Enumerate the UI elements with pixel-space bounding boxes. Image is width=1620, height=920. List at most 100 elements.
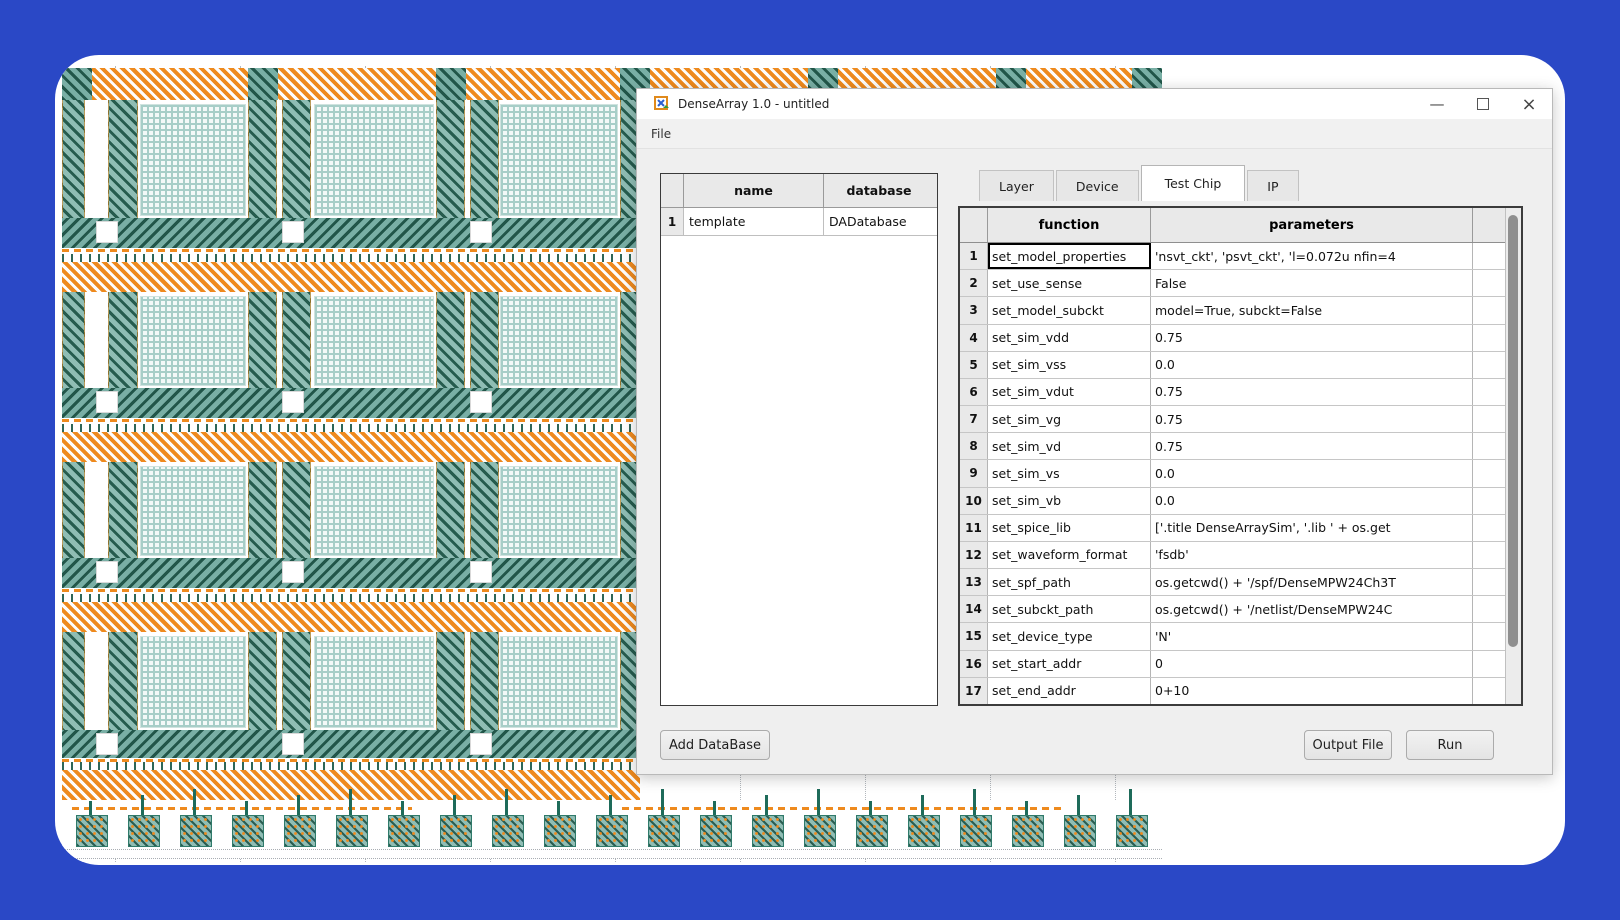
window-controls: — × bbox=[1414, 89, 1552, 119]
parameters-cell[interactable]: 'nsvt_ckt', 'psvt_ckt', 'l=0.072u nfin=4 bbox=[1151, 243, 1473, 269]
parameters-cell[interactable]: 0.75 bbox=[1151, 379, 1473, 405]
row-number-cell: 15 bbox=[960, 623, 988, 649]
filler-cell bbox=[1473, 270, 1505, 296]
header-corner-cell bbox=[960, 208, 988, 242]
filler-cell bbox=[1473, 651, 1505, 677]
menu-file[interactable]: File bbox=[637, 119, 685, 148]
filler-cell bbox=[1473, 297, 1505, 323]
screenshot-card: DenseArray 1.0 - untitled — × File name … bbox=[55, 55, 1565, 865]
close-icon[interactable]: × bbox=[1506, 89, 1552, 119]
column-header-function: function bbox=[988, 208, 1151, 242]
function-table-row: 8 set_sim_vd 0.75 bbox=[960, 433, 1505, 460]
parameters-cell[interactable]: 0.75 bbox=[1151, 433, 1473, 459]
function-table: function parameters 1 set_model_properti… bbox=[958, 206, 1523, 706]
function-cell[interactable]: set_waveform_format bbox=[988, 542, 1151, 568]
filler-cell bbox=[1473, 406, 1505, 432]
row-number-cell: 16 bbox=[960, 651, 988, 677]
row-number-cell: 11 bbox=[960, 515, 988, 541]
parameters-cell[interactable]: 0+10 bbox=[1151, 678, 1473, 704]
function-cell[interactable]: set_spice_lib bbox=[988, 515, 1151, 541]
function-cell[interactable]: set_spf_path bbox=[988, 569, 1151, 595]
tab[interactable]: Test Chip bbox=[1141, 165, 1246, 201]
row-number-cell: 8 bbox=[960, 433, 988, 459]
tab[interactable]: Device bbox=[1056, 170, 1139, 201]
database-cell[interactable]: DADatabase bbox=[824, 208, 934, 235]
output-file-button[interactable]: Output File bbox=[1304, 730, 1392, 760]
row-number-cell: 6 bbox=[960, 379, 988, 405]
row-number-cell: 9 bbox=[960, 460, 988, 486]
row-number-cell: 10 bbox=[960, 488, 988, 514]
filler-cell bbox=[1473, 352, 1505, 378]
filler-cell bbox=[1473, 542, 1505, 568]
parameters-cell[interactable]: 0.0 bbox=[1151, 460, 1473, 486]
row-number-cell: 5 bbox=[960, 352, 988, 378]
function-table-row: 16 set_start_addr 0 bbox=[960, 651, 1505, 678]
parameters-cell[interactable]: os.getcwd() + '/netlist/DenseMPW24C bbox=[1151, 596, 1473, 622]
row-number-cell: 1 bbox=[960, 243, 988, 269]
filler-cell bbox=[1473, 325, 1505, 351]
parameters-cell[interactable]: 0.0 bbox=[1151, 488, 1473, 514]
function-table-row: 9 set_sim_vs 0.0 bbox=[960, 460, 1505, 487]
filler-cell bbox=[1473, 460, 1505, 486]
filler-cell bbox=[1473, 515, 1505, 541]
function-cell[interactable]: set_use_sense bbox=[988, 270, 1151, 296]
parameters-cell[interactable]: ['.title DenseArraySim', '.lib ' + os.ge… bbox=[1151, 515, 1473, 541]
tab[interactable]: IP bbox=[1247, 170, 1298, 201]
row-number-cell: 14 bbox=[960, 596, 988, 622]
vertical-scrollbar[interactable] bbox=[1505, 208, 1521, 704]
function-cell[interactable]: set_sim_vs bbox=[988, 460, 1151, 486]
parameters-cell[interactable]: 0.0 bbox=[1151, 352, 1473, 378]
function-cell[interactable]: set_subckt_path bbox=[988, 596, 1151, 622]
row-number-cell: 1 bbox=[661, 208, 684, 235]
row-number-cell: 13 bbox=[960, 569, 988, 595]
function-cell[interactable]: set_sim_vb bbox=[988, 488, 1151, 514]
function-cell[interactable]: set_sim_vg bbox=[988, 406, 1151, 432]
maximize-icon[interactable] bbox=[1460, 89, 1506, 119]
run-button[interactable]: Run bbox=[1406, 730, 1494, 760]
app-icon bbox=[654, 96, 670, 112]
function-table-header: function parameters bbox=[960, 208, 1505, 243]
function-cell[interactable]: set_sim_vdut bbox=[988, 379, 1151, 405]
column-header-parameters: parameters bbox=[1151, 208, 1473, 242]
function-table-main: function parameters 1 set_model_properti… bbox=[960, 208, 1505, 704]
name-cell[interactable]: template bbox=[684, 208, 824, 235]
filler-cell bbox=[1473, 596, 1505, 622]
parameters-cell[interactable]: 'N' bbox=[1151, 623, 1473, 649]
parameters-cell[interactable]: False bbox=[1151, 270, 1473, 296]
scrollbar-thumb[interactable] bbox=[1508, 215, 1518, 647]
function-cell[interactable]: set_model_properties bbox=[988, 243, 1151, 269]
filler-cell bbox=[1473, 678, 1505, 704]
row-number-cell: 7 bbox=[960, 406, 988, 432]
row-number-cell: 2 bbox=[960, 270, 988, 296]
function-cell[interactable]: set_model_subckt bbox=[988, 297, 1151, 323]
row-number-cell: 12 bbox=[960, 542, 988, 568]
parameters-cell[interactable]: 0.75 bbox=[1151, 406, 1473, 432]
function-cell[interactable]: set_sim_vd bbox=[988, 433, 1151, 459]
function-table-row: 7 set_sim_vg 0.75 bbox=[960, 406, 1505, 433]
column-header-database: database bbox=[824, 174, 934, 207]
filler-cell bbox=[1473, 379, 1505, 405]
function-cell[interactable]: set_device_type bbox=[988, 623, 1151, 649]
function-cell[interactable]: set_start_addr bbox=[988, 651, 1151, 677]
parameters-cell[interactable]: model=True, subckt=False bbox=[1151, 297, 1473, 323]
minimize-icon[interactable]: — bbox=[1414, 89, 1460, 119]
parameters-cell[interactable]: 0 bbox=[1151, 651, 1473, 677]
filler-cell bbox=[1473, 623, 1505, 649]
tab[interactable]: Layer bbox=[979, 170, 1054, 201]
parameters-cell[interactable]: os.getcwd() + '/spf/DenseMPW24Ch3T bbox=[1151, 569, 1473, 595]
header-filler-cell bbox=[1473, 208, 1505, 242]
parameters-cell[interactable]: 0.75 bbox=[1151, 325, 1473, 351]
function-cell[interactable]: set_sim_vdd bbox=[988, 325, 1151, 351]
row-number-cell: 3 bbox=[960, 297, 988, 323]
database-table-header: name database bbox=[661, 174, 937, 208]
parameters-cell[interactable]: 'fsdb' bbox=[1151, 542, 1473, 568]
add-database-button[interactable]: Add DataBase bbox=[660, 730, 770, 760]
desktop-background: DenseArray 1.0 - untitled — × File name … bbox=[0, 0, 1620, 920]
menu-bar: File bbox=[637, 119, 1552, 149]
function-table-row: 17 set_end_addr 0+10 bbox=[960, 678, 1505, 704]
function-cell[interactable]: set_end_addr bbox=[988, 678, 1151, 704]
row-number-cell: 4 bbox=[960, 325, 988, 351]
function-table-row: 4 set_sim_vdd 0.75 bbox=[960, 325, 1505, 352]
filler-cell bbox=[1473, 243, 1505, 269]
function-cell[interactable]: set_sim_vss bbox=[988, 352, 1151, 378]
